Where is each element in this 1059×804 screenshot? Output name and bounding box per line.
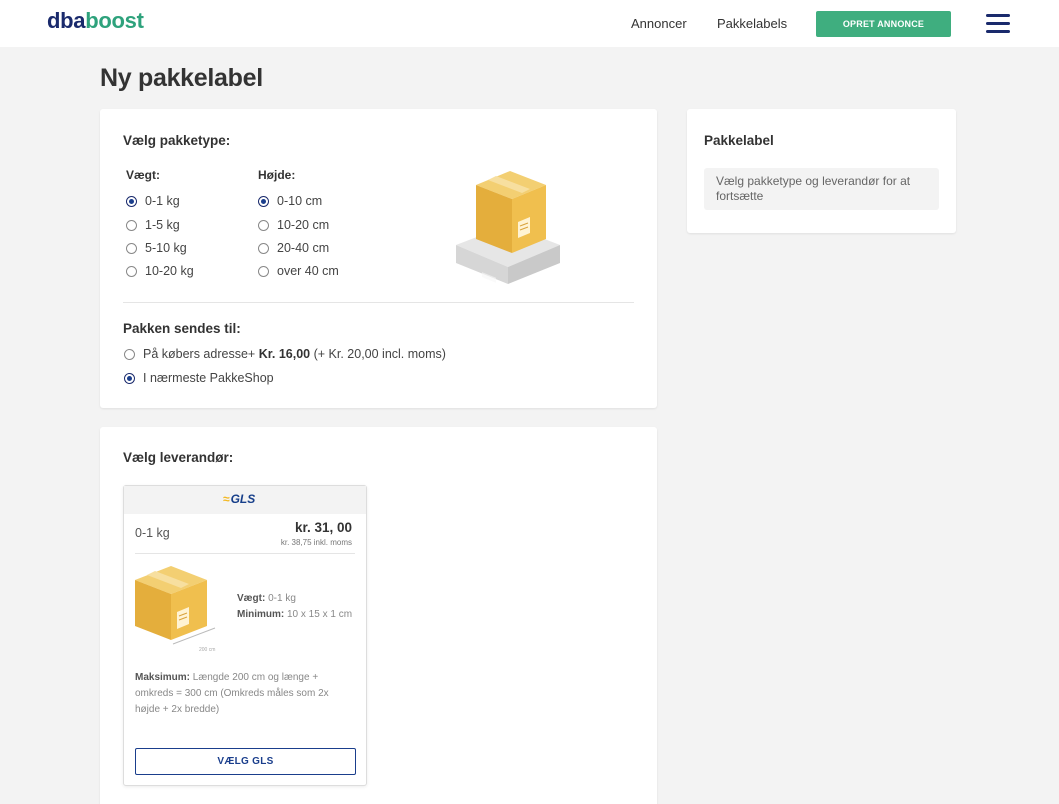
weight-option-1-5[interactable]: 1-5 kg	[126, 218, 180, 232]
logo-dba: dba	[47, 8, 86, 33]
select-gls-button[interactable]: VÆLG GLS	[135, 748, 356, 775]
gls-logo: ≈GLS	[223, 492, 256, 506]
vendor-price: kr. 31, 00	[294, 520, 352, 535]
package-scale-icon	[456, 171, 560, 284]
pakkelabel-info: Vælg pakketype og leverandør for at fort…	[704, 168, 939, 210]
vendor-header: ≈GLS	[124, 486, 366, 514]
vendor-card: Vælg leverandør: ≈GLS 0-1 kg kr. 31, 00 …	[100, 427, 657, 804]
height-option-10-20[interactable]: 10-20 cm	[258, 218, 329, 232]
vendor-spec-maximum: Maksimum: Længde 200 cm og længe + omkre…	[135, 672, 329, 715]
package-box-icon: 200 cm	[135, 566, 215, 653]
pakkelabel-card: Pakkelabel Vælg pakketype og leverandør …	[687, 109, 956, 233]
top-bar: dbaboost Annoncer Pakkelabels OPRET ANNO…	[0, 0, 1059, 47]
height-option-20-40[interactable]: 20-40 cm	[258, 241, 329, 255]
radio[interactable]	[126, 242, 137, 254]
destination-option-address[interactable]: På købers adresse+ Kr. 16,00 (+ Kr. 20,0…	[124, 347, 446, 361]
weight-option-0-1[interactable]: 0-1 kg	[126, 194, 180, 208]
weight-option-10-20[interactable]: 10-20 kg	[126, 264, 194, 278]
radio[interactable]	[258, 242, 269, 254]
radio[interactable]	[126, 265, 137, 277]
opret-annonce-button[interactable]: OPRET ANNONCE	[816, 11, 951, 37]
weight-label: Vægt:	[126, 168, 160, 182]
destination-heading: Pakken sendes til:	[123, 321, 241, 336]
radio-checked[interactable]	[258, 195, 269, 207]
gls-vendor-option[interactable]: ≈GLS 0-1 kg kr. 31, 00 kr. 38,75 inkl. m…	[123, 485, 367, 786]
nav-annoncer-link[interactable]: Annoncer	[631, 16, 687, 31]
section-divider	[123, 302, 634, 303]
package-type-card: Vælg pakketype: Vægt: 0-1 kg 1-5 kg 5-10…	[100, 109, 657, 408]
radio[interactable]	[258, 265, 269, 277]
vendor-divider	[135, 553, 355, 554]
page-title: Ny pakkelabel	[100, 64, 263, 92]
radio[interactable]	[124, 348, 135, 360]
nav-pakkelabels-link[interactable]: Pakkelabels	[717, 16, 787, 31]
height-option-0-10[interactable]: 0-10 cm	[258, 194, 322, 208]
weight-option-5-10[interactable]: 5-10 kg	[126, 241, 187, 255]
height-option-over-40[interactable]: over 40 cm	[258, 264, 339, 278]
package-type-heading: Vælg pakketype:	[123, 133, 231, 148]
vendor-heading: Vælg leverandør:	[123, 450, 234, 465]
radio-checked[interactable]	[126, 195, 137, 207]
vendor-weight: 0-1 kg	[135, 526, 170, 540]
height-label: Højde:	[258, 168, 296, 182]
address-price: Kr. 16,00	[258, 347, 311, 361]
vendor-spec-minimum: Minimum: 10 x 15 x 1 cm	[237, 609, 353, 620]
logo-boost: boost	[85, 8, 144, 33]
dbaboost-logo[interactable]: dbaboost	[47, 8, 144, 34]
radio-checked[interactable]	[124, 372, 135, 384]
destination-option-pakkeshop[interactable]: I nærmeste PakkeShop	[124, 371, 274, 385]
vendor-spec-weight: Vægt: 0-1 kg	[237, 593, 296, 604]
pakkelabel-heading: Pakkelabel	[704, 133, 774, 148]
box-dimension-label: 200 cm	[199, 647, 215, 653]
radio[interactable]	[258, 219, 269, 231]
radio[interactable]	[126, 219, 137, 231]
vendor-price-incl: kr. 38,75 inkl. moms	[280, 538, 352, 547]
menu-icon[interactable]	[986, 14, 1010, 33]
